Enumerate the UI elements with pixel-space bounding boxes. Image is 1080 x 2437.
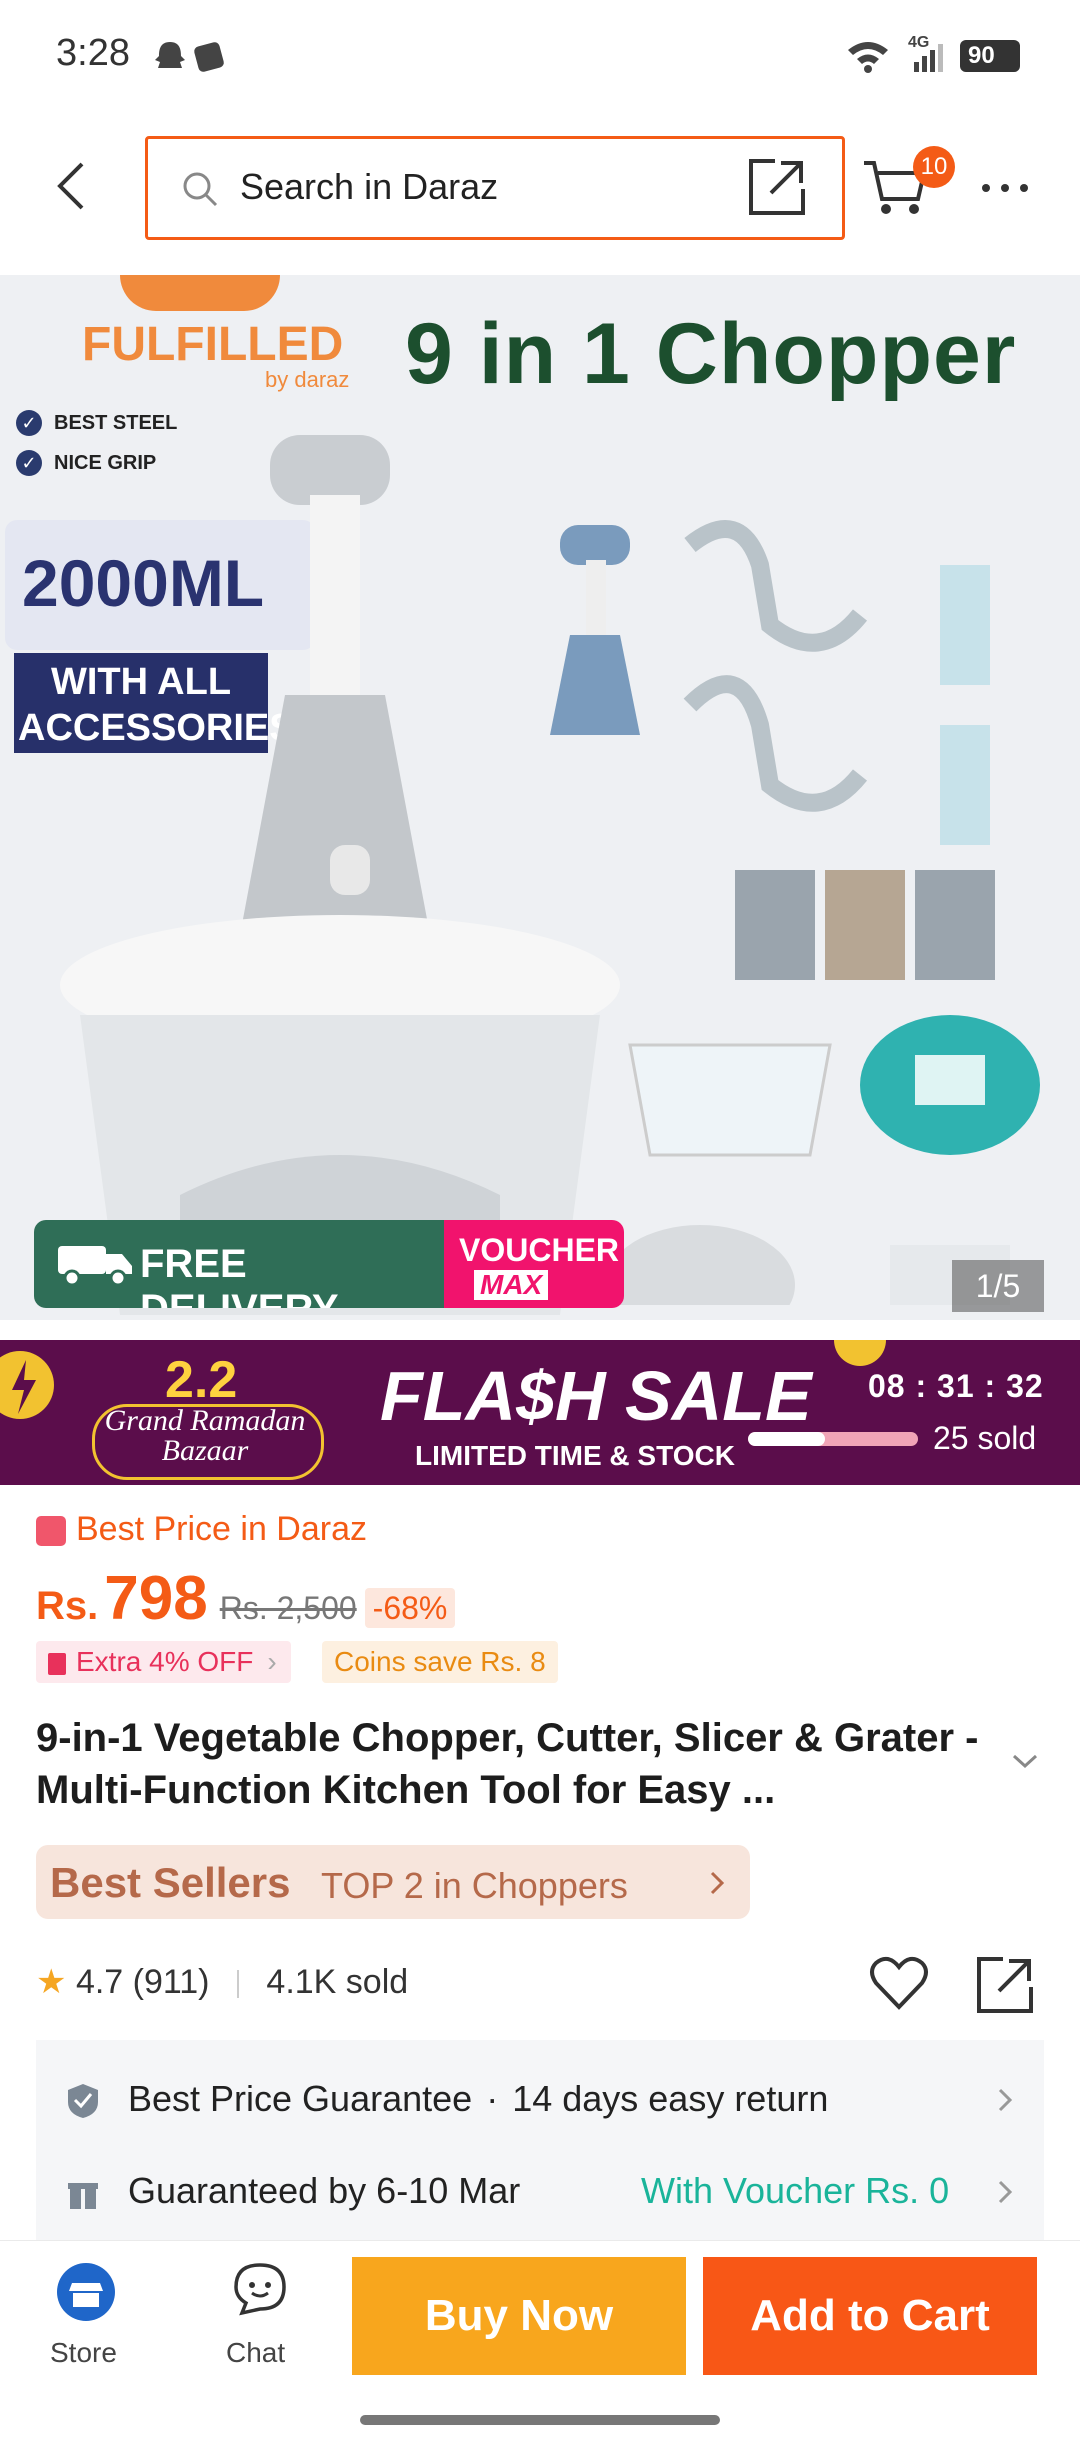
- battery-level: 90: [968, 42, 995, 69]
- sold-count-label: 4.1K sold: [266, 1963, 409, 2001]
- search-icon: [183, 172, 218, 207]
- flash-sale-title: FLA$H SALE: [380, 1357, 812, 1435]
- rating-row[interactable]: ★ 4.7 (911) 4.1K sold: [36, 1962, 408, 2002]
- more-options-icon[interactable]: [980, 180, 1030, 196]
- fulfilled-by-label: by daraz: [265, 367, 350, 392]
- returns-label: 14 days easy return: [512, 2078, 829, 2119]
- current-price: 798: [104, 1564, 208, 1633]
- delivery-voucher-label: With Voucher Rs. 0: [641, 2170, 950, 2211]
- best-sellers-label: Best Sellers: [50, 1859, 291, 1906]
- sold-progress-fill: [748, 1432, 825, 1446]
- buy-now-button[interactable]: Buy Now: [352, 2257, 686, 2375]
- delivery-row[interactable]: Guaranteed by 6-10 Mar: [66, 2170, 520, 2212]
- check-icon: ✓: [16, 450, 42, 476]
- signal-icon: [914, 44, 943, 72]
- original-price: Rs. 2,500: [219, 1590, 357, 1626]
- fulfilled-badge: FULFILLED: [82, 318, 344, 371]
- coins-chip[interactable]: Coins save Rs. 8: [322, 1641, 558, 1683]
- voucher-label: VOUCHER: [459, 1232, 620, 1268]
- countdown-timer: 08 : 31 : 32: [868, 1368, 1044, 1404]
- delivery-truck-icon: [58, 1246, 132, 1287]
- discount-badge: -68%: [364, 1588, 456, 1628]
- best-sellers-chip[interactable]: Best Sellers TOP 2 in Choppers: [36, 1845, 750, 1919]
- ranking-label: TOP 2 in Choppers: [321, 1865, 628, 1906]
- image-counter: 1/5: [952, 1260, 1044, 1312]
- shield-icon: [68, 2084, 98, 2119]
- product-title[interactable]: 9-in-1 Vegetable Chopper, Cutter, Slicer…: [36, 1712, 996, 1816]
- chevron-right-icon: [710, 1871, 725, 1895]
- cart-count-badge: 10: [913, 146, 955, 188]
- accessories-illustration: [550, 520, 1040, 1305]
- event-name: Grand Ramadan Bazaar: [104, 1404, 306, 1467]
- chat-icon[interactable]: [232, 2261, 288, 2317]
- app-notification-icon: [194, 42, 224, 72]
- check-icon: ✓: [16, 410, 42, 436]
- price-tag-icon: [36, 1516, 66, 1547]
- star-icon: ★: [36, 1963, 67, 2001]
- sold-count: 25 sold: [933, 1420, 1037, 1456]
- chevron-right-icon[interactable]: [996, 2086, 1016, 2114]
- clock-decoration-icon: [834, 1340, 886, 1366]
- free-delivery-label: FREE DELIVERY: [140, 1242, 339, 1308]
- best-price-text: Best Price in Daraz: [76, 1510, 367, 1548]
- storefront-icon: [69, 2283, 103, 2307]
- wifi-icon: [848, 42, 888, 73]
- event-number: 2.2: [165, 1351, 238, 1409]
- add-to-cart-button[interactable]: Add to Cart: [703, 2257, 1037, 2375]
- search-placeholder: Search in Daraz: [240, 166, 499, 207]
- currency: Rs.: [36, 1584, 99, 1628]
- free-delivery-badge: FREE DELIVERY VOUCHER MAX: [34, 1220, 624, 1308]
- extra-off-label: Extra 4% OFF: [76, 1646, 254, 1677]
- status-bar: 3:28 4G 90: [0, 0, 1080, 110]
- top-nav: Search in Daraz 10: [0, 110, 1080, 260]
- voucher-max-label: MAX: [474, 1270, 549, 1300]
- review-count: (911): [132, 1963, 210, 2001]
- service-info-panel: Best Price Guarantee · 14 days easy return…: [36, 2040, 1044, 2270]
- bullet-separator: ·: [486, 2078, 499, 2119]
- product-image-carousel[interactable]: FULFILLED by daraz 9 in 1 Chopper ✓ BEST …: [0, 275, 1080, 1320]
- flash-sale-banner[interactable]: 2.2 Grand Ramadan Bazaar FLA$H SALE LIMI…: [0, 1340, 1080, 1485]
- status-time: 3:28: [56, 32, 130, 74]
- battery-icon: 90: [960, 40, 1020, 72]
- divider: [236, 1970, 239, 1999]
- guarantee-label: Best Price Guarantee: [128, 2078, 473, 2119]
- image-headline: 9 in 1 Chopper: [405, 306, 1017, 402]
- badge-decoration: [120, 275, 280, 311]
- chevron-right-icon[interactable]: [996, 2178, 1016, 2206]
- rating-value: 4.7: [75, 1963, 124, 2001]
- store-icon[interactable]: [57, 2263, 115, 2321]
- lightning-decoration-icon: [0, 1351, 54, 1419]
- delivery-date-label: Guaranteed by 6-10 Mar: [128, 2170, 521, 2211]
- home-indicator[interactable]: [360, 2415, 720, 2425]
- free-delivery-section: FREE DELIVERY: [34, 1220, 444, 1308]
- best-price-label: Best Price in Daraz: [36, 1510, 367, 1549]
- extra-off-chip[interactable]: Extra 4% OFF ›: [36, 1641, 291, 1683]
- bottom-action-bar: Store Chat Buy Now Add to Cart: [0, 2240, 1080, 2437]
- guarantee-row[interactable]: Best Price Guarantee · 14 days easy return: [66, 2078, 828, 2120]
- flash-sale-subtitle: LIMITED TIME & STOCK: [415, 1440, 735, 1471]
- chat-label[interactable]: Chat: [226, 2337, 285, 2369]
- chevron-right-icon: ›: [267, 1646, 277, 1677]
- price-row: Rs.798 Rs. 2,500 -68%: [36, 1563, 456, 1634]
- gift-box-icon: [68, 2183, 98, 2210]
- snapchat-icon: [155, 42, 185, 68]
- share-icon[interactable]: [975, 1955, 1035, 2015]
- search-input[interactable]: Search in Daraz: [145, 136, 845, 240]
- expand-chevron-icon[interactable]: [1010, 1752, 1040, 1772]
- wishlist-heart-icon[interactable]: [868, 1955, 930, 2011]
- back-arrow-icon[interactable]: [48, 158, 98, 214]
- share-icon[interactable]: [745, 155, 809, 219]
- sold-progress-bar: [748, 1432, 918, 1446]
- store-label[interactable]: Store: [50, 2337, 117, 2369]
- coupon-icon: [48, 1652, 66, 1675]
